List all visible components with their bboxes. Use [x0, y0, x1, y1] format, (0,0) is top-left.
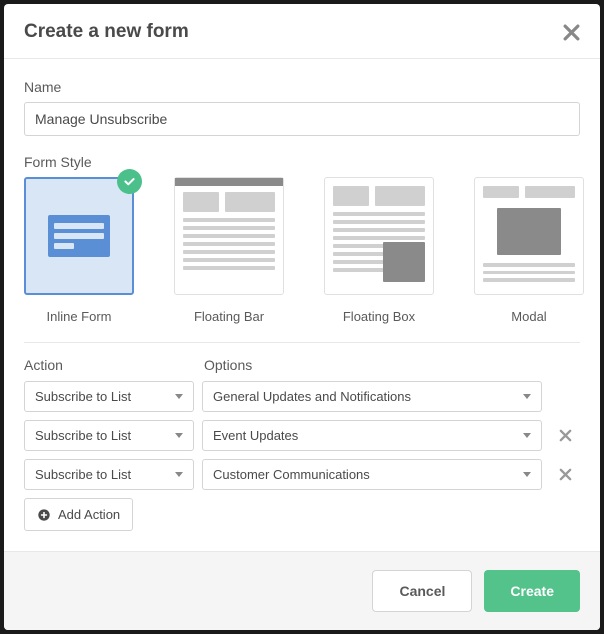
floating-bar-preview-icon: [175, 178, 283, 186]
style-card-floating-box: [324, 177, 434, 295]
create-form-modal: Create a new form Name Form Style: [4, 4, 600, 630]
form-style-section: Form Style Inline Form: [24, 154, 580, 324]
style-option-floating-bar[interactable]: Floating Bar: [174, 177, 284, 324]
action-row: Subscribe to List Customer Communication…: [24, 459, 580, 490]
modal-title: Create a new form: [24, 21, 189, 43]
action-column-label: Action: [24, 357, 204, 373]
modal-footer: Cancel Create: [4, 551, 600, 630]
remove-action-button[interactable]: [550, 428, 580, 443]
action-dropdown[interactable]: Subscribe to List: [24, 381, 194, 412]
inline-form-preview-icon: [48, 215, 110, 257]
dropdown-value: Event Updates: [213, 428, 298, 443]
options-dropdown[interactable]: Customer Communications: [202, 459, 542, 490]
chevron-down-icon: [523, 433, 531, 438]
close-icon: [558, 428, 573, 443]
chevron-down-icon: [175, 472, 183, 477]
name-section: Name: [24, 79, 580, 136]
cancel-button[interactable]: Cancel: [372, 570, 472, 612]
dropdown-value: Customer Communications: [213, 467, 370, 482]
chevron-down-icon: [523, 394, 531, 399]
create-button[interactable]: Create: [484, 570, 580, 612]
plus-circle-icon: [37, 508, 51, 522]
modal-body: Name Form Style Inline Form: [4, 59, 600, 541]
chevron-down-icon: [523, 472, 531, 477]
style-label: Inline Form: [46, 309, 111, 324]
action-row: Subscribe to List General Updates and No…: [24, 381, 580, 412]
close-icon: [558, 467, 573, 482]
options-dropdown[interactable]: Event Updates: [202, 420, 542, 451]
dropdown-value: Subscribe to List: [35, 467, 131, 482]
form-style-row: Inline Form Floating Bar: [24, 177, 580, 324]
chevron-down-icon: [175, 433, 183, 438]
style-label: Floating Bar: [194, 309, 264, 324]
style-label: Modal: [511, 309, 546, 324]
chevron-down-icon: [175, 394, 183, 399]
style-card-floating-bar: [174, 177, 284, 295]
name-label: Name: [24, 79, 580, 95]
selected-badge: [117, 169, 142, 194]
actions-header: Action Options: [24, 357, 580, 373]
close-button[interactable]: [563, 24, 580, 41]
floating-box-preview-icon: [383, 242, 425, 282]
options-dropdown[interactable]: General Updates and Notifications: [202, 381, 542, 412]
modal-header: Create a new form: [4, 4, 600, 59]
modal-preview-icon: [497, 208, 561, 255]
name-input[interactable]: [24, 102, 580, 136]
style-label: Floating Box: [343, 309, 415, 324]
action-dropdown[interactable]: Subscribe to List: [24, 420, 194, 451]
divider: [24, 342, 580, 343]
style-option-inline-form[interactable]: Inline Form: [24, 177, 134, 324]
dropdown-value: Subscribe to List: [35, 428, 131, 443]
add-action-label: Add Action: [58, 507, 120, 522]
action-dropdown[interactable]: Subscribe to List: [24, 459, 194, 490]
options-column-label: Options: [204, 357, 252, 373]
remove-action-button[interactable]: [550, 467, 580, 482]
style-option-floating-box[interactable]: Floating Box: [324, 177, 434, 324]
action-row: Subscribe to List Event Updates: [24, 420, 580, 451]
form-style-label: Form Style: [24, 154, 580, 170]
style-card-inline: [24, 177, 134, 295]
actions-section: Action Options Subscribe to List General…: [24, 357, 580, 531]
dropdown-value: Subscribe to List: [35, 389, 131, 404]
check-icon: [123, 175, 136, 188]
add-action-button[interactable]: Add Action: [24, 498, 133, 531]
style-option-modal[interactable]: Modal: [474, 177, 584, 324]
dropdown-value: General Updates and Notifications: [213, 389, 411, 404]
style-card-modal: [474, 177, 584, 295]
close-icon: [563, 24, 580, 41]
